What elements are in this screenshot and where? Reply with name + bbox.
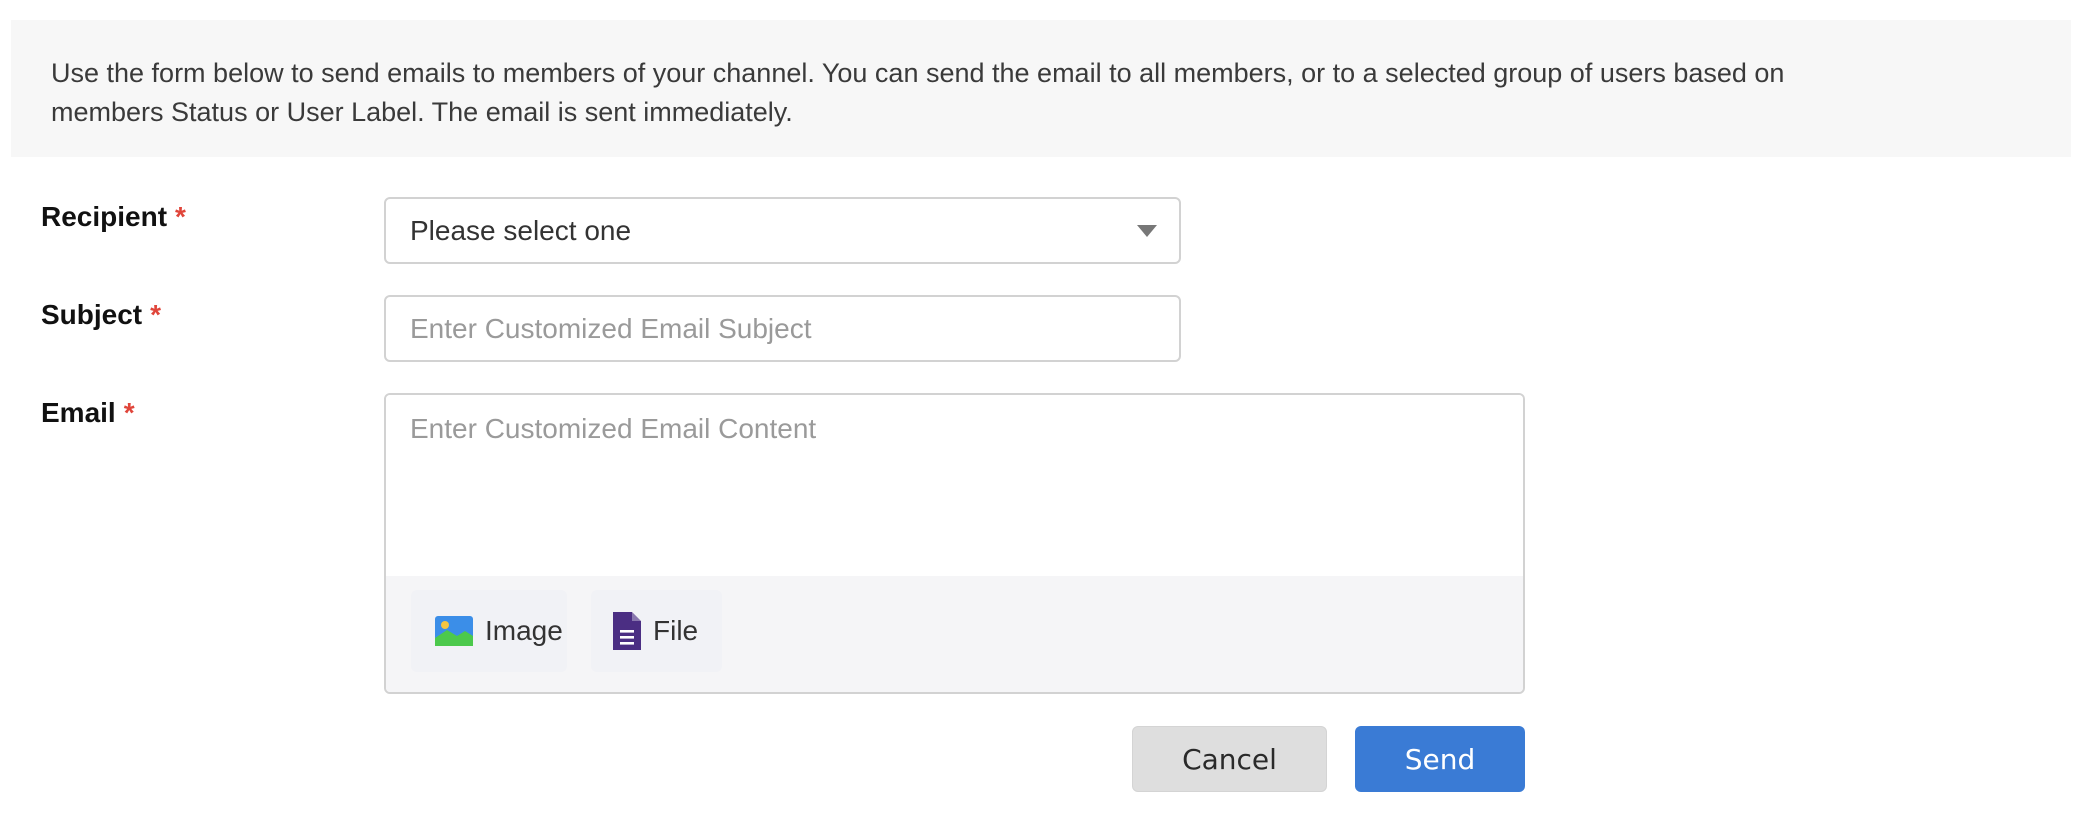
attachment-toolbar: Image File bbox=[386, 576, 1523, 692]
email-editor: Image File bbox=[384, 393, 1525, 694]
email-content-textarea[interactable] bbox=[386, 395, 1523, 576]
chevron-down-icon bbox=[1137, 225, 1157, 237]
send-button[interactable]: Send bbox=[1355, 726, 1525, 792]
image-icon bbox=[435, 616, 473, 646]
attach-file-label: File bbox=[653, 615, 699, 646]
subject-label-text: Subject bbox=[41, 299, 143, 330]
attach-image-button[interactable]: Image bbox=[411, 590, 567, 672]
recipient-select[interactable]: Please select one bbox=[384, 197, 1181, 264]
send-email-page: Use the form below to send emails to mem… bbox=[0, 0, 2082, 832]
cancel-button[interactable]: Cancel bbox=[1132, 726, 1327, 792]
required-marker: * bbox=[123, 397, 135, 428]
recipient-selected-value: Please select one bbox=[410, 214, 632, 246]
subject-input[interactable] bbox=[384, 295, 1181, 362]
email-label: Email * bbox=[41, 397, 135, 429]
required-marker: * bbox=[150, 299, 162, 330]
info-text-line-1: Use the form below to send emails to mem… bbox=[51, 58, 1785, 88]
required-marker: * bbox=[175, 201, 186, 232]
email-label-text: Email bbox=[41, 397, 116, 428]
info-text-line-2: members Status or User Label. The email … bbox=[51, 97, 793, 127]
file-icon bbox=[613, 612, 641, 650]
subject-label: Subject * bbox=[41, 299, 161, 331]
info-banner: Use the form below to send emails to mem… bbox=[11, 20, 2071, 157]
attach-image-label: Image bbox=[485, 615, 563, 646]
attach-file-button[interactable]: File bbox=[591, 590, 722, 672]
recipient-label: Recipient * bbox=[41, 201, 186, 233]
recipient-label-text: Recipient bbox=[41, 201, 168, 232]
